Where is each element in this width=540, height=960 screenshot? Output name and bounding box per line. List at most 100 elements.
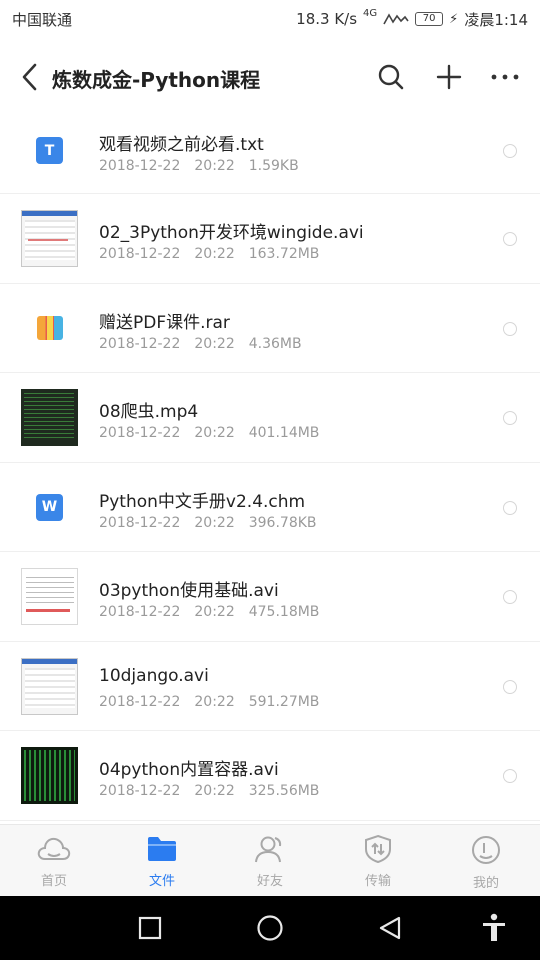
status-indicators: 18.3 K/s 4G 70 ⚡ 凌晨1:14	[296, 7, 528, 30]
file-name: 03python使用基础.avi	[99, 581, 279, 601]
file-time: 20:22	[194, 604, 235, 620]
file-time: 20:22	[194, 335, 235, 352]
battery-level: 70	[422, 13, 436, 24]
tab-mine[interactable]: 我的	[432, 825, 540, 896]
video-thumbnail	[21, 210, 78, 267]
file-meta: 2018-12-22 20:22 325.56MB	[99, 783, 333, 799]
profile-icon	[472, 836, 500, 864]
file-date: 2018-12-22	[99, 514, 181, 531]
more-dots-icon	[491, 74, 519, 80]
video-thumbnail	[21, 747, 78, 804]
back-button[interactable]	[14, 60, 44, 94]
file-name: 观看视频之前必看.txt	[99, 135, 264, 155]
file-list: T 观看视频之前必看.txt 2018-12-22 20:22 1.59KB 02_…	[0, 106, 540, 821]
page-title: 炼数成金-Python课程	[52, 68, 261, 92]
file-size: 4.36MB	[248, 335, 302, 352]
file-name: 赠送PDF课件.rar	[99, 312, 230, 333]
signal-icon	[383, 13, 409, 25]
select-radio[interactable]	[503, 769, 517, 783]
search-button[interactable]	[374, 60, 408, 94]
file-size: 475.18MB	[248, 604, 320, 620]
tab-home-label: 首页	[40, 874, 67, 889]
add-button[interactable]	[432, 60, 466, 94]
select-radio[interactable]	[503, 411, 517, 425]
back-nav-button[interactable]	[374, 912, 406, 944]
file-size: 1.59KB	[248, 158, 299, 174]
file-time: 20:22	[194, 514, 235, 531]
word-file-icon: W	[21, 479, 78, 536]
friends-icon	[255, 836, 282, 863]
tab-friends-label: 好友	[256, 874, 283, 889]
file-item[interactable]: 赠送PDF课件.rar 2018-12-22 20:22 4.36MB	[0, 284, 540, 373]
file-item[interactable]: 02_3Python开发环境wingide.avi 2018-12-22 20:2…	[0, 194, 540, 284]
file-date: 2018-12-22	[99, 158, 181, 174]
battery-icon: 70	[415, 12, 444, 26]
file-meta: 2018-12-22 20:22 591.27MB	[99, 694, 333, 710]
bottom-nav: 首页 文件 好友 传输 我的	[0, 824, 540, 896]
video-thumbnail	[21, 568, 78, 625]
archive-file-icon	[21, 300, 78, 357]
system-nav-bar	[0, 896, 540, 960]
tab-home[interactable]: 首页	[0, 825, 108, 896]
txt-file-icon: T	[21, 122, 78, 179]
recents-button[interactable]	[134, 912, 166, 944]
status-bar: 中国联通 18.3 K/s 4G 70 ⚡ 凌晨1:14	[0, 0, 540, 38]
file-name: 04python内置容器.avi	[99, 760, 279, 780]
file-name: 08爬虫.mp4	[99, 402, 199, 422]
file-item[interactable]: 03python使用基础.avi 2018-12-22 20:22 475.18MB	[0, 552, 540, 642]
charging-icon: ⚡	[449, 11, 459, 27]
file-date: 2018-12-22	[99, 783, 181, 799]
file-meta: 2018-12-22 20:22 1.59KB	[99, 158, 313, 174]
carrier-label: 中国联通	[12, 10, 73, 29]
file-size: 163.72MB	[248, 246, 320, 262]
more-button[interactable]	[488, 60, 522, 94]
clock: 凌晨1:14	[464, 10, 528, 29]
select-radio[interactable]	[503, 590, 517, 604]
file-meta: 2018-12-22 20:22 4.36MB	[99, 336, 316, 352]
tab-transfer-label: 传输	[364, 874, 391, 889]
file-item[interactable]: 04python内置容器.avi 2018-12-22 20:22 325.56MB	[0, 731, 540, 821]
select-radio[interactable]	[503, 144, 517, 158]
video-thumbnail	[21, 657, 78, 715]
net-speed: 18.3 K/s	[296, 10, 358, 28]
file-item[interactable]: 08爬虫.mp4 2018-12-22 20:22 401.14MB	[0, 373, 540, 463]
tab-files-label: 文件	[148, 874, 175, 889]
transfer-shield-icon	[365, 834, 391, 864]
accessibility-icon	[483, 913, 505, 941]
select-radio[interactable]	[503, 679, 517, 694]
file-meta: 2018-12-22 20:22 163.72MB	[99, 246, 333, 262]
plus-icon	[436, 64, 462, 90]
file-item[interactable]: W Python中文手册v2.4.chm 2018-12-22 20:22 396.…	[0, 463, 540, 552]
file-meta: 2018-12-22 20:22 401.14MB	[99, 425, 333, 441]
file-size: 325.56MB	[248, 783, 320, 799]
tab-transfer[interactable]: 传输	[324, 825, 432, 896]
tab-friends[interactable]: 好友	[216, 825, 324, 896]
chevron-left-icon	[22, 63, 37, 91]
app-header: 炼数成金-Python课程	[0, 46, 540, 108]
tab-files[interactable]: 文件	[108, 825, 216, 896]
file-name: Python中文手册v2.4.chm	[99, 491, 306, 512]
network-type-label: 4G	[363, 7, 378, 19]
file-time: 20:22	[194, 693, 235, 710]
file-date: 2018-12-22	[99, 335, 181, 352]
file-size: 396.78KB	[248, 514, 317, 531]
file-size: 591.27MB	[248, 693, 320, 710]
triangle-back-icon	[379, 916, 401, 940]
cloud-icon	[37, 837, 71, 860]
file-item[interactable]: 10django.avi 2018-12-22 20:22 591.27MB	[0, 642, 540, 731]
select-radio[interactable]	[503, 500, 517, 515]
file-time: 20:22	[194, 158, 235, 174]
file-item[interactable]: T 观看视频之前必看.txt 2018-12-22 20:22 1.59KB	[0, 106, 540, 194]
file-meta: 2018-12-22 20:22 396.78KB	[99, 515, 331, 531]
select-radio[interactable]	[503, 321, 517, 336]
circle-icon	[257, 915, 283, 941]
video-thumbnail	[21, 389, 78, 446]
file-size: 401.14MB	[248, 425, 320, 441]
home-button[interactable]	[254, 912, 286, 944]
file-date: 2018-12-22	[99, 604, 181, 620]
tab-mine-label: 我的	[472, 876, 499, 891]
search-icon	[378, 64, 404, 90]
file-date: 2018-12-22	[99, 246, 181, 262]
accessibility-button[interactable]	[478, 912, 510, 944]
select-radio[interactable]	[503, 232, 517, 246]
